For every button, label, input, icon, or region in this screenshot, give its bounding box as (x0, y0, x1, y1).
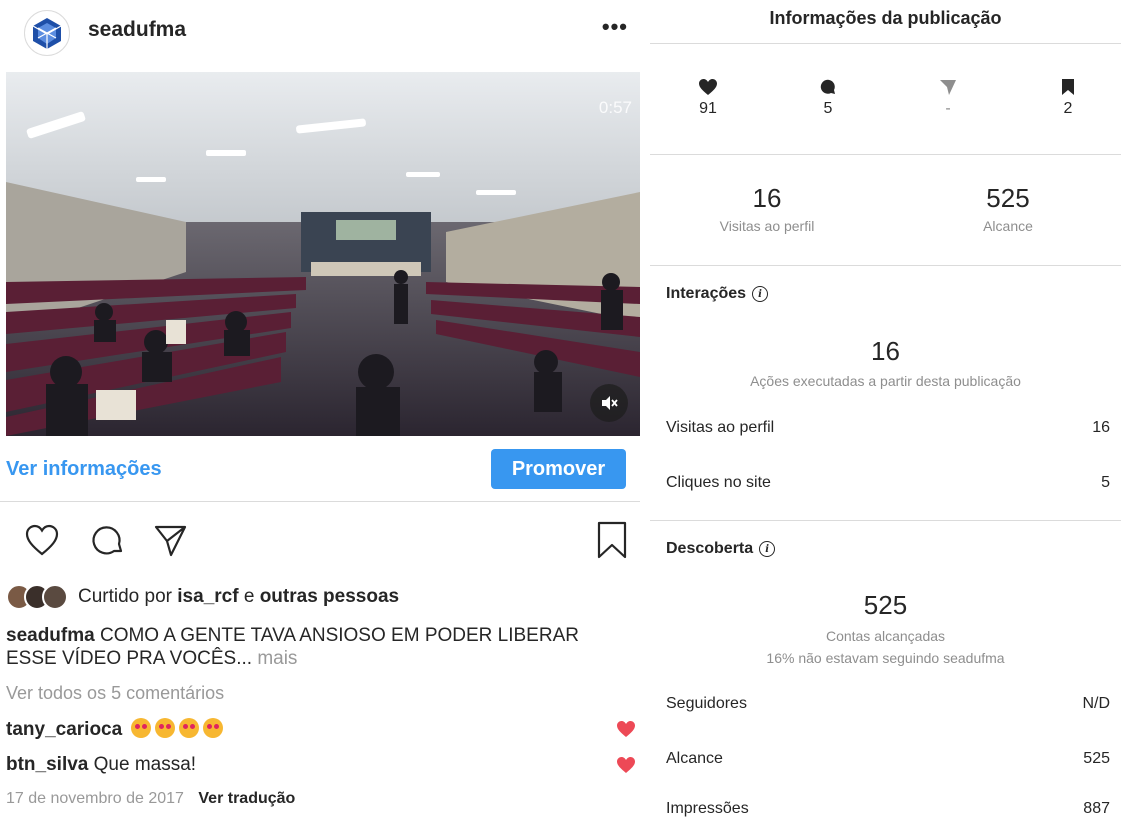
caption-more-link[interactable]: mais (257, 648, 297, 669)
post-panel: seadufma ••• 0:57 Ver informações Promov… (0, 0, 640, 817)
comment-username[interactable]: tany_carioca (6, 719, 122, 740)
reach-label: Alcance (983, 218, 1033, 234)
heart-eyes-emoji-icon (179, 717, 200, 738)
liker-avatars (6, 584, 68, 610)
comment-emoji-group (127, 717, 224, 740)
discovery-sub-label: 16% não estavam seguindo seadufma (766, 650, 1005, 666)
auditorium-scene-image (6, 72, 640, 436)
profile-visits-label: Visitas ao perfil (719, 218, 815, 234)
save-bookmark-icon[interactable] (592, 520, 632, 560)
like-icon[interactable] (22, 520, 62, 560)
post-video[interactable]: 0:57 (6, 72, 640, 436)
saves-count: 2 (1063, 100, 1073, 117)
engagement-stats: 91 5 - 2 (650, 44, 1121, 155)
discovery-row: Alcance 525 (666, 750, 1110, 768)
bookmark-icon (1062, 79, 1074, 95)
post-header: seadufma ••• (0, 0, 640, 70)
post-date-row: 17 de novembro de 2017 Ver tradução (6, 790, 295, 808)
more-options-icon[interactable]: ••• (602, 14, 628, 40)
see-translation-link[interactable]: Ver tradução (198, 790, 295, 807)
discovery-total-label: Contas alcançadas (825, 628, 946, 644)
mute-button[interactable] (590, 384, 628, 422)
interactions-row: Visitas ao perfil 16 (666, 419, 1110, 437)
comment-text: Que massa! (93, 754, 197, 775)
row-value: N/D (1082, 695, 1110, 712)
summary-metrics: 16 Visitas ao perfil 525 Alcance (650, 155, 1121, 266)
promote-button[interactable]: Promover (491, 449, 626, 489)
row-label: Alcance (666, 750, 723, 767)
post-caption: seadufma COMO A GENTE TAVA ANSIOSO EM PO… (6, 624, 626, 670)
profile-avatar[interactable] (24, 10, 70, 56)
liked-by-row[interactable]: Curtido por isa_rcf e outras pessoas (6, 583, 399, 611)
brand-logo-icon (32, 18, 62, 49)
comment-bubble-icon (820, 79, 835, 94)
row-label: Visitas ao perfil (666, 419, 775, 436)
heart-eyes-emoji-icon (131, 717, 152, 738)
video-timestamp: 0:57 (598, 98, 632, 117)
row-value: 525 (1083, 750, 1110, 767)
comment-row: btn_silva Que massa! (6, 752, 636, 778)
liked-by-others[interactable]: outras pessoas (260, 586, 399, 608)
row-value: 16 (1092, 419, 1110, 436)
heart-eyes-emoji-icon (203, 717, 224, 738)
liker-avatar (42, 584, 68, 610)
insights-title: Informações da publicação (650, 0, 1121, 44)
liked-by-prefix: Curtido por (78, 586, 172, 607)
comment-row: tany_carioca (6, 716, 636, 742)
row-value: 887 (1083, 800, 1110, 817)
info-icon[interactable]: i (759, 541, 776, 557)
reach-metric: 525 Alcance (908, 183, 1108, 234)
heart-icon (699, 79, 717, 95)
liked-by-user[interactable]: isa_rcf (177, 586, 238, 608)
liked-by-and: e (243, 586, 255, 607)
shares-stat: - (908, 78, 988, 118)
view-insights-link[interactable]: Ver informações (6, 458, 162, 481)
comments-stat: 5 (788, 78, 868, 118)
discovery-title-text: Descoberta (666, 540, 754, 557)
profile-visits-value: 16 (752, 183, 782, 213)
interactions-title: Interações i (666, 285, 769, 303)
info-icon[interactable]: i (752, 286, 769, 302)
insights-panel: Informações da publicação 91 5 - 2 16 Vi… (650, 0, 1121, 817)
speaker-muted-icon (602, 396, 618, 410)
comment-username[interactable]: btn_silva (6, 754, 88, 775)
likes-stat: 91 (668, 78, 748, 118)
comments-count: 5 (823, 100, 833, 117)
profile-visits-metric: 16 Visitas ao perfil (667, 183, 867, 234)
post-insights-bar: Ver informações Promover (0, 440, 640, 502)
interactions-total: 16 (871, 336, 900, 366)
discovery-row: Impressões 887 (666, 800, 1110, 817)
comment-like-heart-icon[interactable] (616, 756, 636, 774)
post-username[interactable]: seadufma (88, 18, 186, 42)
share-icon[interactable] (150, 520, 190, 560)
direct-share-icon (940, 80, 956, 95)
row-label: Impressões (666, 800, 749, 817)
saves-stat: 2 (1028, 78, 1108, 118)
shares-count: - (945, 100, 951, 117)
likes-count: 91 (699, 100, 717, 117)
row-value: 5 (1101, 474, 1110, 491)
row-label: Seguidores (666, 695, 747, 712)
interactions-title-text: Interações (666, 285, 747, 302)
discovery-title: Descoberta i (666, 540, 776, 558)
view-all-comments-link[interactable]: Ver todos os 5 comentários (6, 683, 224, 704)
post-date: 17 de novembro de 2017 (6, 790, 184, 807)
caption-username[interactable]: seadufma (6, 625, 95, 646)
post-actions (0, 520, 640, 568)
reach-value: 525 (986, 183, 1030, 213)
interactions-row: Cliques no site 5 (666, 474, 1110, 492)
section-divider (650, 520, 1121, 521)
comment-icon[interactable] (88, 520, 128, 560)
heart-eyes-emoji-icon (155, 717, 176, 738)
discovery-row: Seguidores N/D (666, 695, 1110, 713)
interactions-total-label: Ações executadas a partir desta publicaç… (750, 373, 1021, 389)
comment-like-heart-icon[interactable] (616, 720, 636, 738)
discovery-total: 525 (863, 590, 908, 620)
row-label: Cliques no site (666, 474, 771, 491)
